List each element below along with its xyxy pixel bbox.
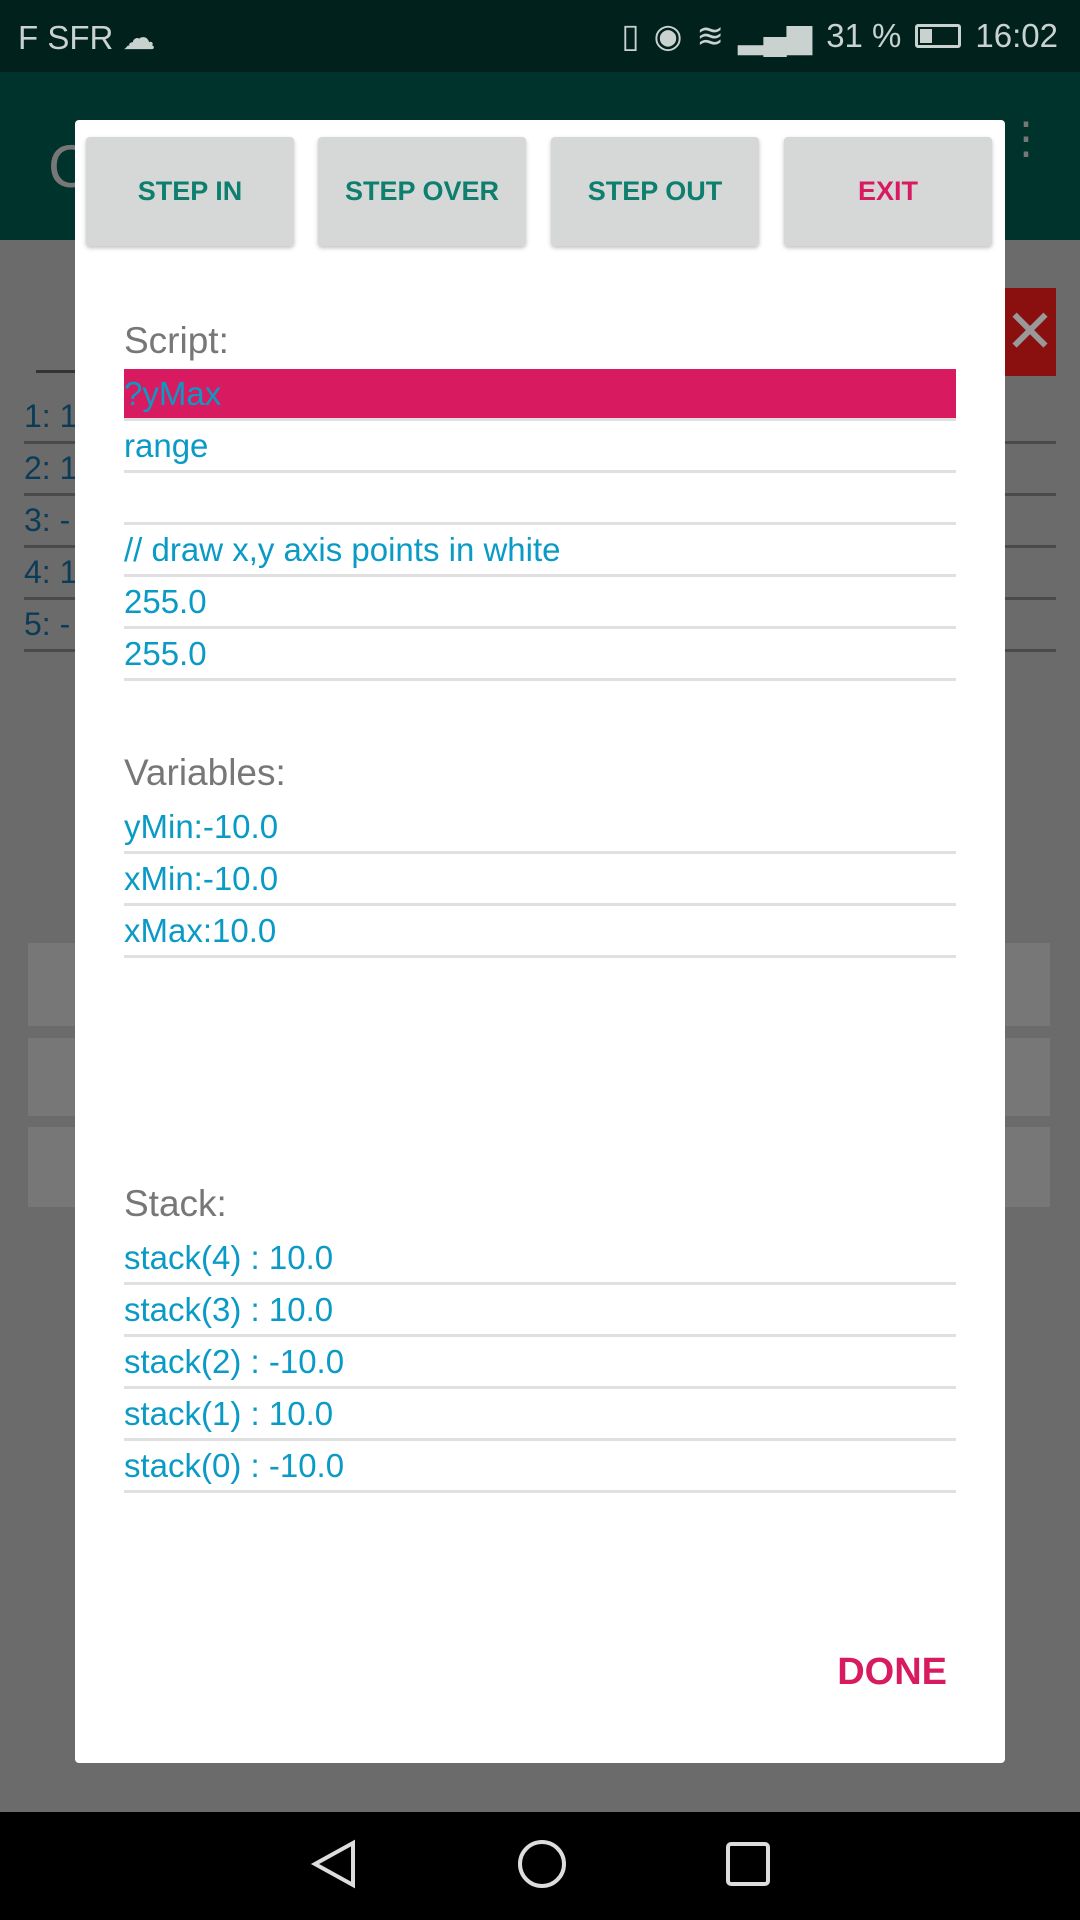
back-icon[interactable] <box>309 1839 359 1894</box>
signal-icon: ▂▄▆ <box>738 17 813 54</box>
stack-item: stack(4) : 10.0 <box>124 1233 956 1285</box>
variables-label: Variables: <box>124 752 286 793</box>
variable-item: xMax:10.0 <box>124 906 956 958</box>
script-line[interactable]: 255.0 <box>124 681 956 692</box>
wifi-icon: ≋ <box>696 17 725 54</box>
debugger-dialog: STEP IN STEP OVER STEP OUT EXIT Script: … <box>75 120 1005 1763</box>
cloud-icon: ☁ <box>122 19 156 56</box>
script-line[interactable] <box>124 473 956 525</box>
script-list[interactable]: ?yMax range // draw x,y axis points in w… <box>124 369 956 692</box>
step-over-button[interactable]: STEP OVER <box>318 137 526 246</box>
step-in-button[interactable]: STEP IN <box>86 137 294 246</box>
done-button[interactable]: DONE <box>837 1651 947 1694</box>
script-line[interactable]: // draw x,y axis points in white <box>124 525 956 577</box>
recents-icon[interactable] <box>725 1841 771 1892</box>
stack-item: stack(1) : 10.0 <box>124 1389 956 1441</box>
script-line-current[interactable]: ?yMax <box>124 369 956 421</box>
variables-list: yMin:-10.0 xMin:-10.0 xMax:10.0 <box>124 802 956 958</box>
clock: 16:02 <box>975 16 1058 54</box>
battery-icon <box>915 23 962 48</box>
battery-percent: 31 % <box>826 16 902 54</box>
stack-list: stack(4) : 10.0 stack(3) : 10.0 stack(2)… <box>124 1233 956 1493</box>
close-icon[interactable]: ✕ <box>1004 288 1056 376</box>
script-line[interactable]: 255.0 <box>124 629 956 681</box>
navigation-bar <box>0 1812 1080 1920</box>
script-label: Script: <box>124 320 229 361</box>
variable-item: xMin:-10.0 <box>124 854 956 906</box>
eye-icon: ◉ <box>653 17 683 54</box>
script-line[interactable]: range <box>124 421 956 473</box>
stack-item: stack(2) : -10.0 <box>124 1337 956 1389</box>
step-out-button[interactable]: STEP OUT <box>551 137 759 246</box>
stack-item: stack(3) : 10.0 <box>124 1285 956 1337</box>
script-line[interactable]: 255.0 <box>124 577 956 629</box>
carrier: F SFR ☁ <box>18 18 156 57</box>
status-bar: F SFR ☁ ▯ ◉ ≋ ▂▄▆ 31 % 16:02 <box>0 0 1080 72</box>
home-icon[interactable] <box>516 1838 568 1895</box>
exit-button[interactable]: EXIT <box>784 137 992 246</box>
variable-item: yMin:-10.0 <box>124 802 956 854</box>
stack-label: Stack: <box>124 1183 227 1224</box>
vibrate-icon: ▯ <box>621 17 640 54</box>
stack-item: stack(0) : -10.0 <box>124 1441 956 1493</box>
overflow-menu-icon[interactable]: ⋮ <box>1004 117 1048 161</box>
carrier-label: F SFR <box>18 19 114 56</box>
